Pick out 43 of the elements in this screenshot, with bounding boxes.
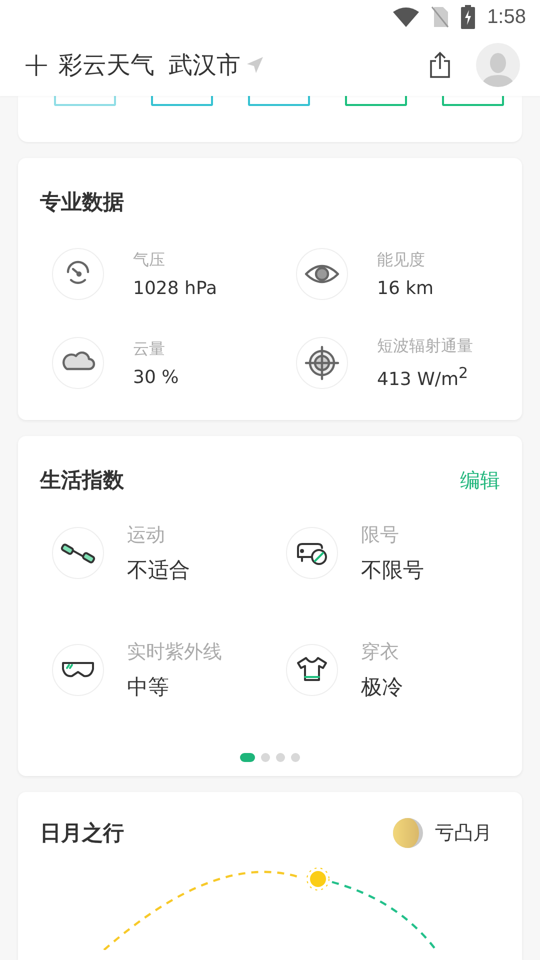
battery-icon <box>461 5 476 29</box>
index-value: 30 % <box>133 366 179 388</box>
city-name[interactable]: 武汉市 <box>168 49 240 81</box>
add-city-button[interactable]: + <box>22 48 58 82</box>
index-label: 限号 <box>361 523 400 548</box>
index-value: 中等 <box>127 674 170 701</box>
crosshair-icon <box>296 337 348 389</box>
page-dot[interactable] <box>276 753 285 762</box>
status-time: 1:58 <box>487 6 526 28</box>
gauge-icon <box>52 248 104 300</box>
wifi-icon <box>393 7 420 27</box>
avatar-button[interactable] <box>476 43 520 87</box>
index-label: 运动 <box>127 523 166 548</box>
index-label: 实时紫外线 <box>127 640 222 665</box>
index-value: 不限号 <box>361 557 424 584</box>
location-arrow-icon <box>246 57 262 73</box>
no-sim-icon <box>431 6 450 28</box>
moon-phase: 亏凸月 <box>435 821 492 846</box>
index-value: 不适合 <box>127 557 190 584</box>
card-title: 生活指数 <box>40 467 124 494</box>
dumbbell-icon <box>52 527 104 579</box>
index-label: 短波辐射通量 <box>377 336 473 357</box>
index-label: 气压 <box>133 250 166 270</box>
app-title: 彩云天气 <box>58 50 154 81</box>
card-title: 日月之行 <box>40 820 125 847</box>
share-button[interactable] <box>428 51 452 79</box>
index-label: 能见度 <box>377 250 426 270</box>
index-value: 413 W/m$^{2}$ <box>377 364 470 390</box>
index-value: 16 km <box>377 278 434 298</box>
sun-icon <box>306 868 330 890</box>
index-label: 穿衣 <box>361 640 400 665</box>
glasses-icon <box>52 644 104 696</box>
index-value: 1028 hPa <box>133 278 218 298</box>
index-label: 云量 <box>133 338 166 360</box>
eye-icon <box>296 248 348 300</box>
card-title: 专业数据 <box>40 189 124 216</box>
page-dot[interactable] <box>291 753 300 762</box>
cloud-icon <box>52 337 104 389</box>
page-dot[interactable] <box>261 753 270 762</box>
moon-icon <box>393 818 423 848</box>
car-icon <box>286 527 338 579</box>
index-value: 极冷 <box>361 674 403 701</box>
shirt-icon <box>286 644 338 696</box>
